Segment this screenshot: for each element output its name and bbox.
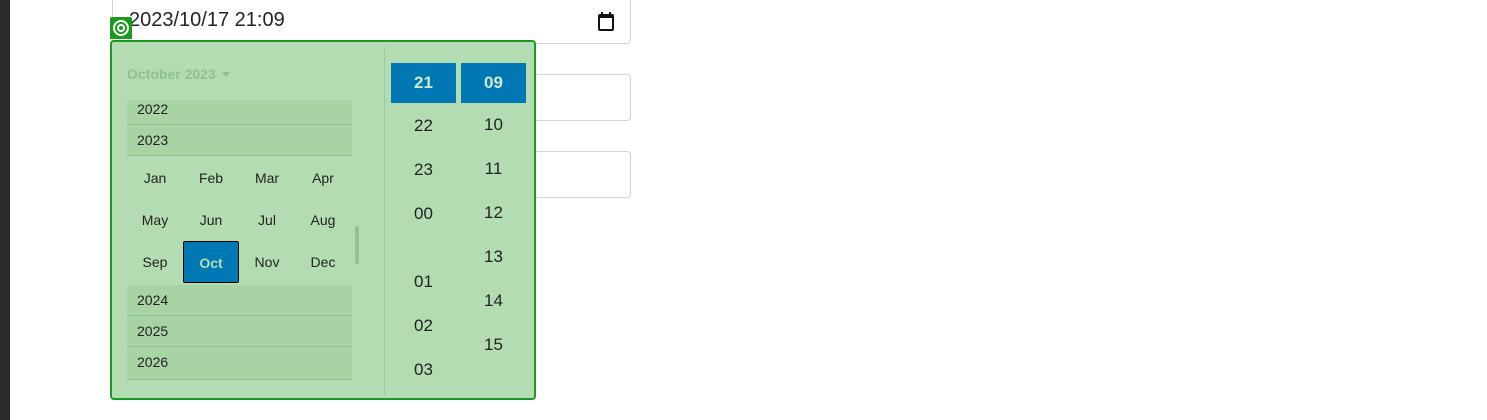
month-year-label: October 2023 bbox=[127, 66, 216, 82]
year-option-2023[interactable]: 2023 bbox=[127, 125, 352, 156]
target-icon bbox=[110, 17, 132, 39]
year-option-2026[interactable]: 2026 bbox=[127, 347, 352, 380]
hour-option-00[interactable]: 00 bbox=[391, 194, 456, 234]
month-jul[interactable]: Jul bbox=[239, 199, 295, 241]
hour-option-01[interactable]: 01 bbox=[391, 262, 456, 302]
column-divider bbox=[384, 46, 385, 396]
minute-option-10[interactable]: 10 bbox=[461, 105, 526, 145]
hour-option-03[interactable]: 03 bbox=[391, 350, 456, 390]
month-dec[interactable]: Dec bbox=[295, 241, 351, 283]
minute-option-14[interactable]: 14 bbox=[461, 281, 526, 321]
month-jun[interactable]: Jun bbox=[183, 199, 239, 241]
calendar-icon[interactable] bbox=[598, 12, 614, 31]
month-oct-selected[interactable]: Oct bbox=[183, 241, 239, 283]
datetime-value: 2023/10/17 21:09 bbox=[129, 9, 285, 31]
month-year-dropdown[interactable]: October 2023 bbox=[127, 66, 230, 82]
hour-option-21[interactable]: 21 bbox=[391, 63, 456, 103]
year-month-scrollbar[interactable] bbox=[355, 226, 359, 264]
month-aug[interactable]: Aug bbox=[295, 199, 351, 241]
month-apr[interactable]: Apr bbox=[295, 157, 351, 199]
year-option-2024[interactable]: 2024 bbox=[127, 285, 352, 316]
datetime-picker-popup: October 2023 2022 2023 Jan Feb Mar Apr M… bbox=[110, 40, 536, 400]
caret-down-icon bbox=[221, 72, 230, 77]
hour-option-22[interactable]: 22 bbox=[391, 106, 456, 146]
month-mar[interactable]: Mar bbox=[239, 157, 295, 199]
month-sep[interactable]: Sep bbox=[127, 241, 183, 283]
window-edge bbox=[0, 0, 10, 420]
minute-option-15[interactable]: 15 bbox=[461, 325, 526, 365]
month-nov[interactable]: Nov bbox=[239, 241, 295, 283]
month-jan[interactable]: Jan bbox=[127, 157, 183, 199]
hour-option-02[interactable]: 02 bbox=[391, 306, 456, 346]
year-option-2025[interactable]: 2025 bbox=[127, 316, 352, 347]
hour-option-23[interactable]: 23 bbox=[391, 150, 456, 190]
month-may[interactable]: May bbox=[127, 199, 183, 241]
minute-option-13[interactable]: 13 bbox=[461, 237, 526, 277]
minute-option-09[interactable]: 09 bbox=[461, 63, 526, 103]
minute-option-11[interactable]: 11 bbox=[461, 149, 526, 189]
datetime-input[interactable]: 2023/10/17 21:09 bbox=[112, 0, 631, 44]
year-option-2022[interactable]: 2022 bbox=[127, 100, 352, 125]
month-feb[interactable]: Feb bbox=[183, 157, 239, 199]
minute-option-12[interactable]: 12 bbox=[461, 193, 526, 233]
